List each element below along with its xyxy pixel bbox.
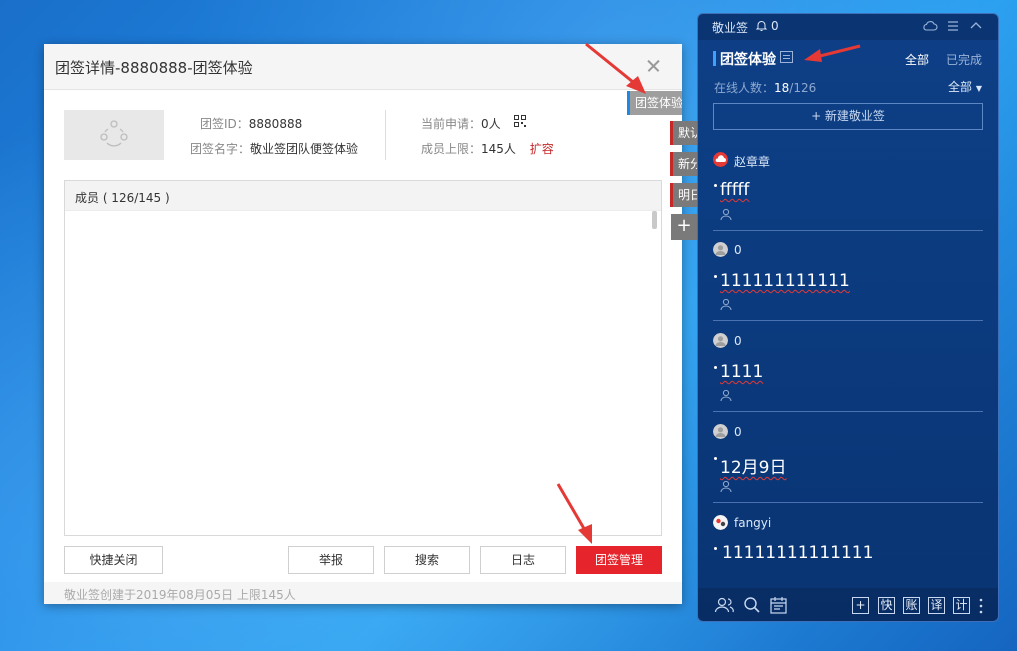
online-label: 在线人数： (714, 81, 775, 95)
online-current: 18 (774, 81, 790, 95)
quick-close-button[interactable]: 快捷关闭 (64, 546, 163, 574)
note-divider (713, 502, 983, 503)
expand-link[interactable]: 扩容 (530, 142, 554, 156)
note-divider (713, 411, 983, 412)
member-scrollbar[interactable] (652, 211, 657, 229)
filter-done[interactable]: 已完成 (946, 51, 982, 68)
collapse-icon[interactable] (969, 19, 983, 33)
quick-tool-button[interactable]: 快 (878, 597, 895, 614)
side-tab-new-category[interactable]: 新分 (670, 152, 698, 176)
assign-person-icon[interactable] (720, 389, 733, 402)
add-tab-button[interactable]: + (671, 214, 697, 240)
group-name-row: 团签名字：敬业签团队便签体验 (190, 140, 358, 157)
note-bullet (714, 547, 717, 550)
creation-info: 敬业签创建于2019年08月05日 上限145人 (64, 588, 296, 602)
group-name-value: 敬业签团队便签体验 (250, 142, 359, 156)
note-divider (713, 230, 983, 231)
dialog-title: 团签详情-8880888-团签体验 (55, 59, 253, 77)
group-avatar[interactable] (64, 110, 164, 160)
info-divider (385, 110, 386, 160)
calc-tool-button[interactable]: 计 (953, 597, 970, 614)
note-author-name: 0 (734, 425, 742, 439)
report-button[interactable]: 举报 (288, 546, 374, 574)
pending-label: 当前申请： (421, 117, 482, 131)
add-tool-button[interactable]: + (852, 597, 869, 614)
group-id-label: 团签ID： (200, 117, 249, 131)
user-avatar-icon (713, 242, 728, 257)
side-tab-group-experience[interactable]: 团签体验 (627, 91, 682, 115)
limit-value: 145人 (481, 142, 516, 156)
search-icon[interactable] (743, 596, 761, 614)
user-avatar-icon (713, 424, 728, 439)
bell-icon[interactable] (755, 19, 768, 32)
caret-down-icon: ▼ (975, 84, 982, 93)
online-count: 在线人数：18/126 (714, 79, 816, 96)
note-bullet (714, 275, 717, 278)
panel-group-name[interactable]: 团签体验 (720, 49, 776, 69)
side-tab-tomorrow[interactable]: 明日 (670, 183, 698, 207)
member-list: 成员 ( 126/145 ) (64, 180, 662, 536)
limit-row: 成员上限：145人 扩容 (421, 140, 554, 157)
assign-person-icon[interactable] (720, 208, 733, 221)
close-icon[interactable] (642, 54, 666, 78)
calendar-icon[interactable] (770, 596, 787, 614)
more-icon[interactable] (978, 598, 984, 614)
group-detail-icon[interactable] (780, 51, 793, 63)
group-id-value: 8880888 (248, 117, 303, 131)
group-placeholder-icon (100, 120, 128, 147)
qr-code-icon[interactable] (514, 115, 526, 127)
note-author-name: 0 (734, 243, 742, 257)
member-filter-value: 全部 (948, 80, 973, 94)
note-panel: 敬业签 0 团签体验 全部 已完成 在线人数：18/126 全部 ▼ + 新建敬… (697, 13, 999, 622)
group-manage-button[interactable]: 团签管理 (576, 546, 662, 574)
dialog-footer: 敬业签创建于2019年08月05日 上限145人 (44, 582, 682, 604)
note-bullet (714, 184, 717, 187)
members-icon[interactable] (714, 596, 734, 614)
group-id-row: 团签ID：8880888 (200, 115, 302, 132)
translate-tool-button[interactable]: 译 (928, 597, 945, 614)
dialog-titlebar: 团签详情-8880888-团签体验 (44, 44, 682, 90)
note-text[interactable]: 111111111111 (720, 271, 850, 291)
pending-value: 0人 (481, 117, 501, 131)
pending-row: 当前申请：0人 (421, 115, 501, 132)
assign-person-icon[interactable] (720, 298, 733, 311)
limit-label: 成员上限： (421, 142, 482, 156)
menu-icon[interactable] (946, 19, 960, 33)
new-note-button[interactable]: + 新建敬业签 (713, 103, 983, 130)
app-name: 敬业签 (712, 21, 749, 35)
account-tool-button[interactable]: 账 (903, 597, 920, 614)
user-avatar-icon (713, 152, 728, 167)
user-avatar-icon (713, 515, 728, 530)
note-bullet (714, 457, 717, 460)
note-text[interactable]: 11111111111111 (722, 543, 873, 563)
group-indicator (713, 51, 716, 66)
online-total: /126 (789, 81, 817, 95)
user-avatar-icon (713, 333, 728, 348)
assign-person-icon[interactable] (720, 480, 733, 493)
note-author-name: 赵章章 (734, 155, 771, 169)
group-name-label: 团签名字： (190, 142, 251, 156)
member-list-header: 成员 ( 126/145 ) (65, 181, 661, 211)
member-count: 成员 ( 126/145 ) (75, 191, 170, 205)
note-author-name: fangyi (734, 516, 772, 530)
search-button[interactable]: 搜索 (384, 546, 470, 574)
panel-titlebar: 敬业签 0 (698, 14, 998, 40)
note-text[interactable]: 1111 (720, 362, 763, 382)
panel-toolbar: + 快 账 译 计 (698, 588, 998, 621)
note-author-name: 0 (734, 334, 742, 348)
note-text[interactable]: fffff (720, 180, 749, 200)
member-filter-dropdown[interactable]: 全部 ▼ (948, 78, 982, 95)
note-divider (713, 320, 983, 321)
log-button[interactable]: 日志 (480, 546, 566, 574)
filter-all[interactable]: 全部 (905, 51, 929, 68)
notification-count: 0 (771, 19, 779, 33)
note-text[interactable]: 12月9日 (720, 453, 786, 478)
cloud-sync-icon[interactable] (922, 19, 938, 33)
side-tab-default[interactable]: 默认 (670, 121, 698, 145)
note-bullet (714, 366, 717, 369)
group-detail-dialog: 团签详情-8880888-团签体验 团签ID：8880888 团签名字：敬业签团… (44, 44, 682, 604)
